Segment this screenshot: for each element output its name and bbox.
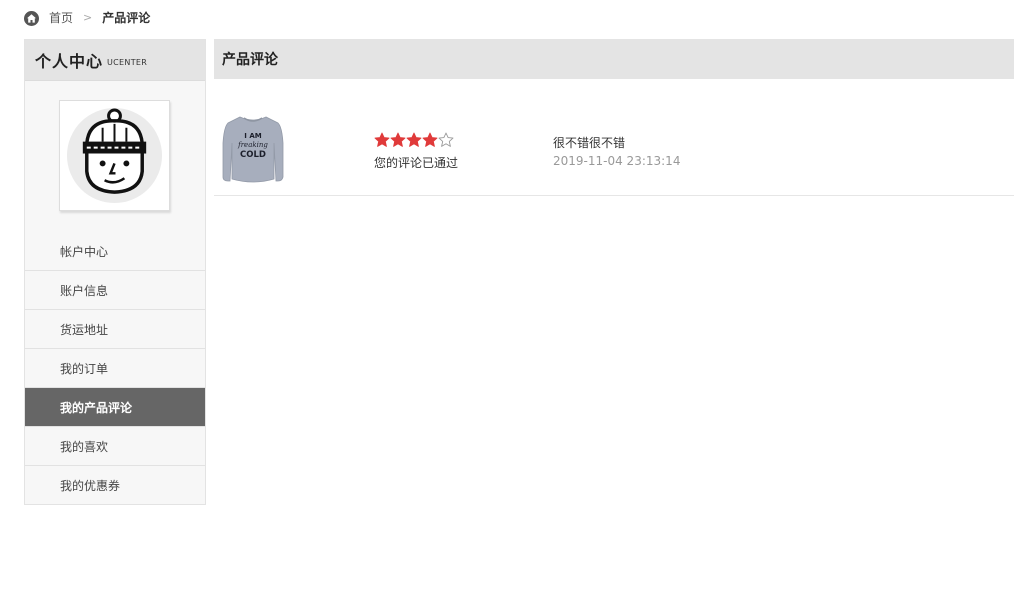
avatar[interactable] (59, 100, 170, 211)
star-empty-icon (438, 132, 454, 147)
star-filled-icon (374, 132, 390, 147)
sidebar-item-account-info[interactable]: 账户信息 (25, 271, 205, 310)
rating-stars (374, 132, 454, 148)
star-filled-icon (406, 132, 422, 147)
product-print-line-3: COLD (240, 150, 266, 160)
home-icon[interactable] (24, 10, 39, 26)
star-filled-icon (390, 132, 406, 147)
product-print-line-1: I AM (244, 132, 261, 140)
review-item: I AM freaking COLD 您的评论已通过 很不错很不错 2019-1… (214, 39, 1014, 196)
product-print-line-2: freaking (237, 141, 268, 149)
product-thumbnail[interactable]: I AM freaking COLD (222, 113, 284, 185)
review-status: 您的评论已通过 (374, 156, 459, 170)
breadcrumb-separator: > (83, 11, 93, 24)
sidebar-item-my-coupons[interactable]: 我的优惠券 (25, 466, 205, 505)
star-filled-icon (422, 132, 438, 147)
sidebar-menu: 帐户中心 账户信息 货运地址 我的订单 我的产品评论 我的喜欢 我的优惠券 (25, 232, 205, 505)
sidebar-title: 个人中心 (35, 52, 104, 71)
sidebar-subtitle: UCENTER (107, 57, 148, 67)
review-content: 很不错很不错 (553, 136, 626, 150)
review-timestamp: 2019-11-04 23:13:14 (553, 154, 681, 168)
avatar-face-icon (66, 107, 163, 204)
sidebar-item-my-reviews[interactable]: 我的产品评论 (25, 388, 205, 427)
sidebar-item-shipping-address[interactable]: 货运地址 (25, 310, 205, 349)
user-center-sidebar: 个人中心 UCENTER 帐户中心 账户信息 货运地址 我的订单 我的产品评论 … (24, 39, 206, 505)
sidebar-item-account-center[interactable]: 帐户中心 (25, 232, 205, 271)
breadcrumb-current: 产品评论 (102, 11, 151, 25)
sidebar-header: 个人中心 UCENTER (25, 40, 205, 81)
breadcrumb: 首页 > 产品评论 (24, 10, 150, 26)
sidebar-item-my-orders[interactable]: 我的订单 (25, 349, 205, 388)
sidebar-item-my-favorites[interactable]: 我的喜欢 (25, 427, 205, 466)
breadcrumb-home-link[interactable]: 首页 (49, 10, 73, 26)
